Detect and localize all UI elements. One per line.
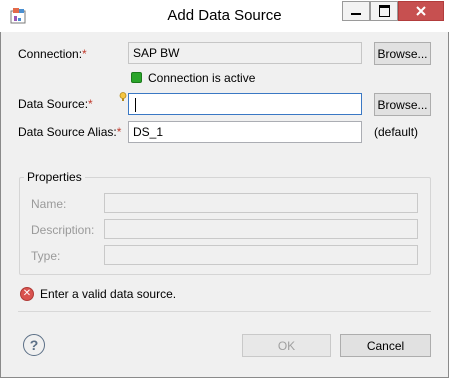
minimize-button[interactable] — [342, 1, 370, 21]
property-name-field — [104, 193, 418, 213]
error-icon: ✕ — [20, 287, 34, 301]
validation-message: Enter a valid data source. — [40, 287, 177, 301]
property-name-label: Name: — [31, 197, 67, 211]
data-source-browse-button[interactable]: Browse... — [374, 93, 431, 116]
connection-status-text: Connection is active — [148, 71, 256, 85]
help-icon[interactable]: ? — [23, 334, 45, 356]
connection-field: SAP BW — [128, 42, 362, 64]
required-marker: * — [82, 47, 87, 61]
text-caret — [135, 97, 136, 112]
alias-input[interactable]: DS_1 — [128, 121, 362, 143]
alias-label: Data Source Alias:* — [18, 123, 121, 141]
alias-default-hint: (default) — [374, 125, 419, 139]
close-button[interactable] — [398, 1, 444, 21]
data-source-label: Data Source:* — [18, 95, 93, 113]
required-marker: * — [88, 97, 93, 111]
required-marker: * — [116, 125, 122, 139]
property-type-label: Type: — [31, 249, 61, 263]
connection-status-icon — [131, 72, 142, 83]
maximize-button[interactable] — [370, 1, 398, 21]
close-icon — [416, 6, 426, 16]
property-type-field — [104, 245, 418, 265]
cancel-button[interactable]: Cancel — [340, 334, 431, 357]
alias-value: DS_1 — [133, 125, 164, 139]
alias-label-text: Data Source Alias: — [18, 125, 117, 139]
data-source-input[interactable] — [128, 93, 362, 115]
properties-title: Properties — [24, 170, 85, 184]
data-source-label-text: Data Source: — [18, 97, 89, 111]
footer-separator — [18, 311, 431, 312]
connection-browse-button[interactable]: Browse... — [374, 42, 431, 65]
maximize-icon — [378, 5, 390, 17]
property-description-label: Description: — [31, 223, 95, 237]
minimize-icon — [351, 13, 361, 15]
connection-value: SAP BW — [133, 46, 180, 60]
content-assist-icon — [119, 91, 127, 101]
connection-label: Connection:* — [18, 45, 87, 63]
property-description-field — [104, 219, 418, 239]
connection-label-text: Connection: — [18, 47, 83, 61]
ok-button[interactable]: OK — [242, 334, 331, 357]
